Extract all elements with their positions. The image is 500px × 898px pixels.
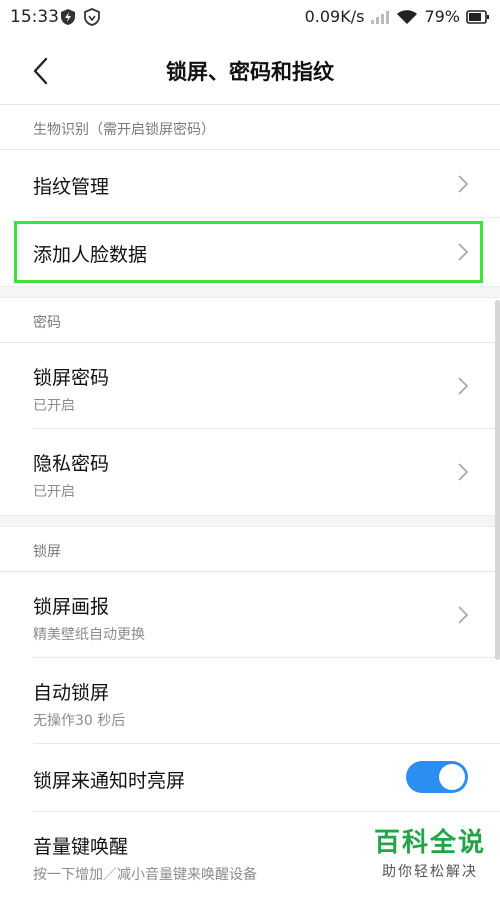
battery-percent: 79%	[424, 7, 460, 26]
row-label: 锁屏画报	[33, 596, 110, 618]
row-label: 自动锁屏	[33, 682, 110, 704]
auto-lock-row[interactable]: 自动锁屏 无操作30 秒后	[0, 658, 500, 744]
chevron-right-icon	[458, 377, 469, 395]
lock-screen-wallpaper-row[interactable]: 锁屏画报 精美壁纸自动更换	[0, 572, 500, 658]
signal-icon	[371, 10, 390, 24]
shield-bolt-icon	[61, 9, 75, 25]
wake-on-notification-toggle[interactable]	[406, 761, 468, 793]
row-label: 隐私密码	[33, 453, 110, 475]
fingerprint-management-row[interactable]: 指纹管理	[0, 150, 500, 218]
row-label: 锁屏密码	[33, 367, 110, 389]
shield-check-icon	[84, 8, 100, 26]
add-face-data-row[interactable]: 添加人脸数据	[0, 218, 500, 286]
chevron-right-icon	[458, 606, 469, 624]
row-subtitle: 精美壁纸自动更换	[33, 627, 145, 643]
section-header-password: 密码	[33, 315, 61, 331]
wifi-icon	[397, 9, 418, 24]
status-time: 15:33	[10, 7, 59, 27]
chevron-right-icon	[458, 243, 469, 261]
section-gap	[0, 515, 500, 527]
row-label: 添加人脸数据	[33, 244, 148, 266]
wake-on-notification-row: 锁屏来通知时亮屏	[0, 744, 500, 812]
status-notification-icons	[60, 8, 100, 26]
row-subtitle: 无操作30 秒后	[33, 713, 126, 729]
toggle-knob	[439, 764, 465, 790]
row-label: 指纹管理	[33, 176, 110, 198]
watermark-subtitle: 助你轻松解决	[381, 864, 478, 880]
page-title: 锁屏、密码和指纹	[166, 60, 334, 84]
section-header-biometrics: 生物识别（需开启锁屏密码）	[33, 122, 215, 138]
network-speed: 0.09K/s	[304, 7, 365, 26]
scrollbar[interactable]	[495, 300, 500, 660]
battery-icon	[466, 9, 489, 24]
row-subtitle: 已开启	[33, 484, 75, 500]
watermark: 百科全说 助你轻松解决	[374, 822, 486, 881]
chevron-right-icon	[458, 463, 469, 481]
privacy-password-row[interactable]: 隐私密码 已开启	[0, 429, 500, 515]
section-gap	[0, 286, 500, 298]
row-subtitle: 已开启	[33, 398, 75, 414]
settings-list: 生物识别（需开启锁屏密码） 指纹管理 添加人脸数据 密码 锁屏密码 已开启 隐私…	[0, 104, 500, 898]
title-bar: 锁屏、密码和指纹	[0, 36, 500, 104]
chevron-right-icon	[458, 175, 469, 193]
status-right: 0.09K/s 79%	[305, 7, 490, 26]
section-header-lockscreen: 锁屏	[33, 544, 61, 560]
watermark-title: 百科全说	[373, 828, 486, 858]
status-bar: 15:33 0.09K/s 79%	[0, 0, 500, 36]
lock-screen-password-row[interactable]: 锁屏密码 已开启	[0, 343, 500, 429]
